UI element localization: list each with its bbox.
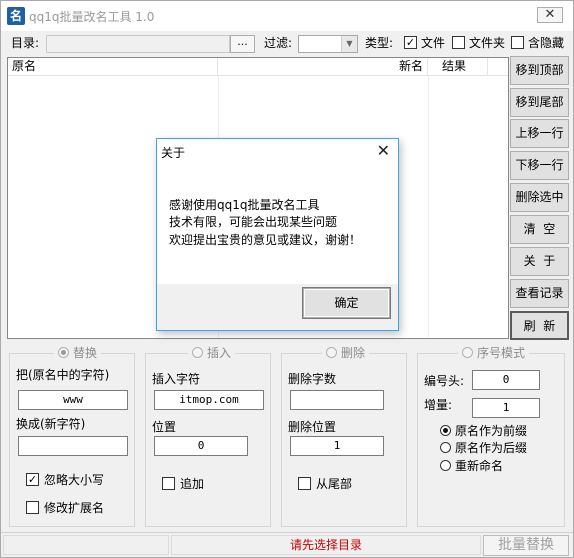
app-icon: 名 xyxy=(7,7,25,25)
column-divider xyxy=(428,76,429,338)
option-suffix-label: 原名作为后缀 xyxy=(455,441,528,455)
directory-label: 目录: xyxy=(11,36,40,50)
replace-to-input[interactable] xyxy=(18,436,128,456)
dialog-title: 关于 xyxy=(161,146,186,160)
move-down-button[interactable]: 下移一行 xyxy=(510,151,569,180)
replace-from-input[interactable]: www xyxy=(18,390,128,410)
replace-from-label: 把(原名中的字符) xyxy=(16,368,110,382)
delete-pos-label: 删除位置 xyxy=(288,420,337,434)
step-input[interactable]: 1 xyxy=(472,398,540,418)
delete-group: 删除 删除字数 删除位置 1 从尾部 xyxy=(281,346,407,527)
delete-selected-button[interactable]: 删除选中 xyxy=(510,183,569,212)
dialog-line: 感谢使用qq1q批量改名工具 xyxy=(169,198,320,212)
file-checkbox[interactable]: ✓ xyxy=(404,36,417,49)
view-log-button[interactable]: 查看记录 xyxy=(510,279,569,308)
toolbar: 目录: ... 过滤: ▼ 类型: ✓ 文件 文件夹 含隐藏 xyxy=(1,35,573,55)
clear-button[interactable]: 清 空 xyxy=(510,215,569,244)
dialog-close-icon[interactable]: ✕ xyxy=(377,141,390,160)
option-prefix-radio[interactable]: 原名作为前缀 xyxy=(440,424,527,438)
status-segment xyxy=(3,535,169,555)
prefix-label: 编号头: xyxy=(424,374,465,388)
batch-replace-button[interactable]: 批量替换 xyxy=(483,535,569,556)
hidden-checkbox[interactable] xyxy=(511,36,524,49)
radio-icon xyxy=(440,442,451,453)
step-label: 增量: xyxy=(424,398,453,412)
change-ext-label: 修改扩展名 xyxy=(44,501,105,515)
browse-button[interactable]: ... xyxy=(230,35,255,53)
radio-icon xyxy=(462,347,473,358)
append-checkbox[interactable] xyxy=(162,477,175,490)
insert-pos-input[interactable]: 0 xyxy=(154,436,248,456)
column-result[interactable]: 结果 xyxy=(428,58,488,76)
dialog-line: 技术有限，可能会出现某些问题 xyxy=(169,215,338,229)
status-bar: 请先选择目录 批量替换 xyxy=(1,532,573,557)
about-button[interactable]: 关 于 xyxy=(510,247,569,276)
insert-chars-input[interactable]: itmop.com xyxy=(154,390,264,410)
insert-title: 插入 xyxy=(207,346,232,360)
filter-select[interactable]: ▼ xyxy=(298,35,358,53)
about-dialog: 关于 ✕ 感谢使用qq1q批量改名工具 技术有限，可能会出现某些问题 欢迎提出宝… xyxy=(156,138,399,331)
move-bottom-button[interactable]: 移到尾部 xyxy=(510,88,569,117)
prefix-input[interactable]: 0 xyxy=(472,370,540,390)
dialog-line: 欢迎提出宝贵的意见或建议，谢谢！ xyxy=(169,233,362,247)
change-ext-checkbox[interactable] xyxy=(26,501,39,514)
move-up-button[interactable]: 上移一行 xyxy=(510,119,569,148)
option-prefix-label: 原名作为前缀 xyxy=(455,424,528,438)
from-end-checkbox[interactable] xyxy=(298,477,311,490)
column-new-name[interactable]: 新名 xyxy=(218,58,428,76)
delete-mode-radio[interactable]: 删除 xyxy=(322,346,370,360)
file-label: 文件 xyxy=(421,36,446,50)
ok-button[interactable]: 确定 xyxy=(302,287,391,319)
append-label: 追加 xyxy=(180,477,205,491)
insert-mode-radio[interactable]: 插入 xyxy=(188,346,236,360)
replace-mode-radio[interactable]: 替换 xyxy=(54,346,102,360)
from-end-label: 从尾部 xyxy=(316,477,353,491)
status-message: 请先选择目录 xyxy=(171,535,481,555)
radio-icon xyxy=(440,425,451,436)
folder-checkbox[interactable] xyxy=(452,36,465,49)
column-original-name[interactable]: 原名 xyxy=(8,58,218,76)
refresh-button[interactable]: 刷 新 xyxy=(510,311,569,340)
delete-count-label: 删除字数 xyxy=(288,372,337,386)
replace-group: 替换 把(原名中的字符) www 换成(新字符) ✓ 忽略大小写 修改扩展名 xyxy=(9,346,135,527)
option-rename-radio[interactable]: 重新命名 xyxy=(440,459,503,473)
option-rename-label: 重新命名 xyxy=(455,459,504,473)
sequence-mode-radio[interactable]: 序号模式 xyxy=(458,346,530,360)
dialog-body: 感谢使用qq1q批量改名工具 技术有限，可能会出现某些问题 欢迎提出宝贵的意见或… xyxy=(157,169,398,284)
radio-icon xyxy=(326,347,337,358)
delete-count-input[interactable] xyxy=(290,390,384,410)
main-window: 名 qq1q批量改名工具 1.0 ✕ 目录: ... 过滤: ▼ 类型: ✓ 文… xyxy=(0,0,574,558)
list-header: 原名 新名 结果 xyxy=(8,58,508,76)
dialog-footer: 确定 xyxy=(157,284,398,330)
filter-label: 过滤: xyxy=(264,36,293,50)
ignore-case-label: 忽略大小写 xyxy=(44,473,105,487)
radio-icon xyxy=(192,347,203,358)
move-top-button[interactable]: 移到顶部 xyxy=(510,56,569,85)
insert-pos-label: 位置 xyxy=(152,420,177,434)
hidden-label: 含隐藏 xyxy=(528,36,565,50)
option-suffix-radio[interactable]: 原名作为后缀 xyxy=(440,441,527,455)
window-title: qq1q批量改名工具 1.0 xyxy=(29,10,155,24)
chevron-down-icon: ▼ xyxy=(341,36,357,52)
window-close-button[interactable]: ✕ xyxy=(537,7,563,23)
delete-title: 删除 xyxy=(341,346,366,360)
delete-pos-input[interactable]: 1 xyxy=(290,436,384,456)
replace-title: 替换 xyxy=(73,346,98,360)
title-bar: 名 qq1q批量改名工具 1.0 ✕ xyxy=(1,1,573,31)
sequence-title: 序号模式 xyxy=(477,346,526,360)
folder-label: 文件夹 xyxy=(469,36,506,50)
radio-icon xyxy=(58,347,69,358)
directory-input[interactable] xyxy=(46,35,230,53)
sequence-group: 序号模式 编号头: 0 增量: 1 原名作为前缀 原名作为后缀 重新命名 xyxy=(417,346,565,527)
ignore-case-checkbox[interactable]: ✓ xyxy=(26,473,39,486)
type-label: 类型: xyxy=(365,36,394,50)
radio-icon xyxy=(440,460,451,471)
insert-chars-label: 插入字符 xyxy=(152,372,201,386)
replace-to-label: 换成(新字符) xyxy=(16,417,86,431)
insert-group: 插入 插入字符 itmop.com 位置 0 追加 xyxy=(145,346,271,527)
